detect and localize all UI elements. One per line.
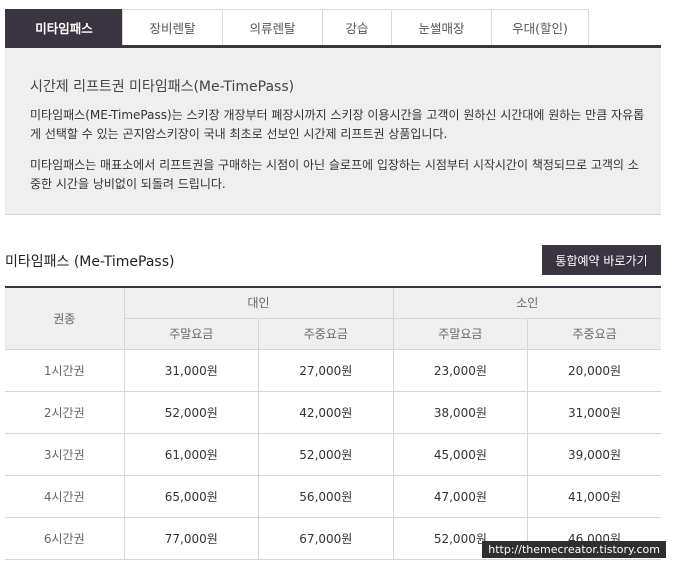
adult-weekday-header: 주중요금	[258, 318, 394, 350]
price-cell: 23,000원	[393, 349, 529, 392]
table-row: 4시간권 65,000원 56,000원 47,000원 41,000원	[5, 475, 661, 518]
watermark-url: http://themecreator.tistory.com	[482, 541, 666, 558]
ticket-name: 1시간권	[5, 349, 125, 392]
price-cell: 31,000원	[527, 391, 661, 434]
table-row: 1시간권 31,000원 27,000원 23,000원 20,000원	[5, 349, 661, 392]
price-cell: 41,000원	[527, 475, 661, 518]
info-paragraph-1: 미타임패스(ME-TimePass)는 스키장 개장부터 폐장시까지 스키장 이…	[30, 108, 645, 141]
child-weekday-header: 주중요금	[527, 318, 661, 350]
tab-clothing-rental[interactable]: 의류렌탈	[222, 9, 323, 45]
tab-equipment-rental[interactable]: 장비렌탈	[122, 9, 223, 45]
child-header: 소인	[393, 287, 661, 319]
price-cell: 61,000원	[124, 433, 260, 476]
ticket-name: 6시간권	[5, 517, 125, 560]
price-cell: 52,000원	[124, 391, 260, 434]
price-cell: 31,000원	[124, 349, 260, 392]
kind-header: 권종	[5, 287, 125, 350]
price-cell: 42,000원	[258, 391, 394, 434]
table-row: 3시간권 61,000원 52,000원 45,000원 39,000원	[5, 433, 661, 476]
price-cell: 38,000원	[393, 391, 529, 434]
price-cell: 65,000원	[124, 475, 260, 518]
info-panel: 시간제 리프트권 미타임패스(Me-TimePass) 미타임패스(ME-Tim…	[5, 48, 661, 215]
tab-bar: 미타임패스 장비렌탈 의류렌탈 강습 눈썰매장 우대(할인)	[5, 9, 661, 48]
price-cell: 77,000원	[124, 517, 260, 560]
tab-lessons[interactable]: 강습	[322, 9, 392, 45]
price-cell: 47,000원	[393, 475, 529, 518]
price-cell: 56,000원	[258, 475, 394, 518]
tab-discount[interactable]: 우대(할인)	[491, 9, 589, 45]
price-cell: 45,000원	[393, 433, 529, 476]
adult-weekend-header: 주말요금	[124, 318, 260, 350]
section-title: 미타임패스 (Me-TimePass)	[5, 254, 175, 270]
table-row: 2시간권 52,000원 42,000원 38,000원 31,000원	[5, 391, 661, 434]
price-cell: 52,000원	[258, 433, 394, 476]
tab-snow-sledding[interactable]: 눈썰매장	[391, 9, 492, 45]
ticket-name: 3시간권	[5, 433, 125, 476]
ticket-name: 2시간권	[5, 391, 125, 434]
price-cell: 39,000원	[527, 433, 661, 476]
price-cell: 67,000원	[258, 517, 394, 560]
price-cell: 20,000원	[527, 349, 661, 392]
reserve-button[interactable]: 통합예약 바로가기	[542, 245, 661, 275]
tab-me-timepass[interactable]: 미타임패스	[5, 9, 123, 45]
adult-header: 대인	[124, 287, 394, 319]
ticket-name: 4시간권	[5, 475, 125, 518]
price-table: 권종 대인 소인 주말요금 주중요금 주말요금 주중요금 1시간권 31,000…	[5, 286, 661, 560]
price-cell: 27,000원	[258, 349, 394, 392]
child-weekend-header: 주말요금	[393, 318, 529, 350]
info-title: 시간제 리프트권 미타임패스(Me-TimePass)	[30, 79, 295, 95]
info-paragraph-2: 미타임패스는 매표소에서 리프트권을 구매하는 시점이 아닌 슬로프에 입장하는…	[30, 158, 639, 191]
